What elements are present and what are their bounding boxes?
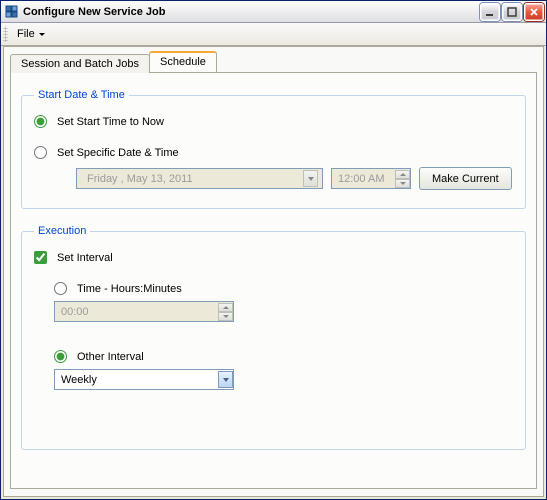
tab-schedule-label: Schedule	[160, 56, 206, 68]
interval-other-combo[interactable]: Weekly	[54, 369, 234, 390]
make-current-label: Make Current	[432, 173, 499, 185]
radio-interval-time[interactable]	[54, 282, 67, 295]
tab-session-batch[interactable]: Session and Batch Jobs	[10, 54, 150, 73]
time-picker[interactable]: 12:00 AM	[331, 168, 411, 189]
minimize-button[interactable]	[480, 3, 500, 21]
date-picker-drop[interactable]	[303, 170, 318, 187]
row-start-now: Set Start Time to Now	[34, 115, 513, 128]
radio-start-specific-label: Set Specific Date & Time	[57, 147, 179, 159]
radio-start-now-label: Set Start Time to Now	[57, 116, 164, 128]
group-exec-legend: Execution	[34, 225, 90, 237]
row-set-interval: Set Interval	[34, 251, 513, 264]
row-start-specific: Set Specific Date & Time	[34, 146, 513, 159]
time-spin-buttons[interactable]	[395, 170, 410, 188]
checkbox-set-interval-label: Set Interval	[57, 252, 113, 264]
radio-interval-time-label: Time - Hours:Minutes	[77, 283, 182, 295]
radio-interval-other[interactable]	[54, 350, 67, 363]
menu-file-label: File	[17, 28, 35, 40]
tab-session-label: Session and Batch Jobs	[21, 58, 139, 70]
interval-other-drop[interactable]	[218, 371, 233, 388]
date-picker[interactable]: Friday , May 13, 2011	[76, 168, 323, 189]
interval-other-value: Weekly	[61, 374, 97, 386]
group-start-date-time: Start Date & Time Set Start Time to Now …	[21, 89, 526, 209]
row-interval-other: Other Interval	[34, 350, 513, 363]
window-buttons	[480, 3, 544, 21]
tab-panel-schedule: Start Date & Time Set Start Time to Now …	[10, 72, 537, 489]
menu-file[interactable]: File	[11, 26, 51, 42]
interval-time-value: 00:00	[61, 306, 89, 318]
group-start-legend: Start Date & Time	[34, 89, 129, 101]
radio-interval-other-label: Other Interval	[77, 351, 144, 363]
toolbar-grip	[3, 26, 8, 42]
titlebar: Configure New Service Job	[1, 1, 546, 23]
row-interval-time: Time - Hours:Minutes	[34, 282, 513, 295]
tabstrip: Session and Batch Jobs Schedule	[10, 51, 537, 72]
close-button[interactable]	[524, 3, 544, 21]
radio-start-now[interactable]	[34, 115, 47, 128]
interval-time-spin[interactable]	[218, 303, 233, 321]
window-title: Configure New Service Job	[23, 6, 480, 18]
checkbox-set-interval[interactable]	[34, 251, 47, 264]
menubar: File	[1, 23, 546, 46]
make-current-button[interactable]: Make Current	[419, 167, 512, 190]
interval-time-field[interactable]: 00:00	[54, 301, 234, 322]
group-execution: Execution Set Interval Time - Hours:Minu…	[21, 225, 526, 450]
row-specific-controls: Friday , May 13, 2011 12:00 AM Make Curr…	[34, 167, 513, 190]
radio-start-specific[interactable]	[34, 146, 47, 159]
client-area: Session and Batch Jobs Schedule Start Da…	[3, 46, 544, 497]
row-interval-time-input: 00:00	[34, 301, 513, 322]
date-picker-value: Friday , May 13, 2011	[81, 173, 303, 185]
row-interval-other-combo: Weekly	[34, 369, 513, 390]
chevron-down-icon	[39, 33, 45, 36]
window-frame: Configure New Service Job File Session a…	[0, 0, 547, 500]
maximize-button[interactable]	[502, 3, 522, 21]
time-picker-value: 12:00 AM	[338, 173, 384, 185]
tab-schedule[interactable]: Schedule	[149, 51, 217, 72]
app-icon	[5, 5, 19, 19]
